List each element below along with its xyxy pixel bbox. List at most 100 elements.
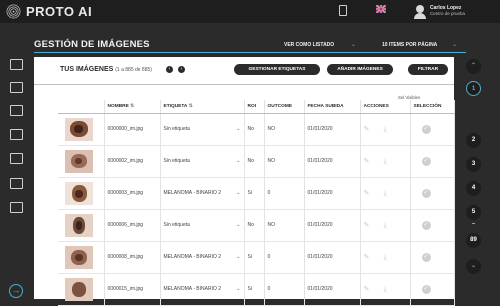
download-icon[interactable]: ⤓ <box>384 190 392 198</box>
select-check-icon[interactable]: ✓ <box>421 188 431 198</box>
prev-page-icon[interactable]: ‹ <box>166 66 173 73</box>
user-icon[interactable] <box>416 5 424 13</box>
image-icon[interactable] <box>10 59 23 70</box>
edit-icon[interactable]: ✎ <box>364 253 372 261</box>
download-icon[interactable]: ⤓ <box>384 158 392 166</box>
actions-cell: ✎ ⤓ <box>360 209 411 242</box>
selection-cell: ✓ <box>410 241 455 274</box>
tag-select[interactable]: Sin etiqueta ⌄ <box>160 209 245 242</box>
tag-select[interactable]: MELANOMA - BINARIO 2 ⌄ <box>160 177 245 210</box>
chevron-down-icon[interactable]: ⌄ <box>351 41 356 48</box>
folder-image-icon[interactable] <box>10 202 23 213</box>
tag-icon[interactable] <box>10 105 23 116</box>
table-row: 0000015_im.jpg MELANOMA - BINARIO 2 ⌄ Si … <box>58 273 455 306</box>
table-row: 0000000_im.jpg Sin etiqueta ⌄ No NO 01/01… <box>58 113 455 146</box>
divider <box>34 84 454 85</box>
roi-value: No <box>244 145 265 178</box>
sort-icon[interactable]: ⇅ <box>189 104 193 109</box>
chevron-down-icon[interactable]: ⌄ <box>452 41 457 48</box>
image-name[interactable]: 0000006_im.jpg <box>104 209 161 242</box>
selection-cell: ✓ <box>410 113 455 146</box>
edit-icon[interactable]: ✎ <box>364 157 372 165</box>
image-name[interactable]: 0000003_im.jpg <box>104 177 161 210</box>
col-tag[interactable]: ETIQUETA ⇅ <box>160 100 245 114</box>
folder-icon[interactable] <box>10 178 23 189</box>
gallery-icon[interactable] <box>10 153 23 164</box>
edit-icon[interactable]: ✎ <box>364 189 372 197</box>
select-check-icon[interactable]: ✓ <box>421 124 431 134</box>
edit-icon[interactable]: ✎ <box>364 221 372 229</box>
items-per-page-select[interactable]: 10 ITEMS POR PÁGINA <box>382 42 437 48</box>
page-button-89[interactable]: 89 <box>466 233 481 248</box>
image-thumbnail[interactable] <box>65 213 93 237</box>
tag-select[interactable]: MELANOMA - BINARIO 2 ⌄ <box>160 273 245 306</box>
image-thumbnail[interactable] <box>65 181 93 205</box>
chevron-down-icon[interactable]: ⌄ <box>236 222 240 228</box>
select-check-icon[interactable]: ✓ <box>421 220 431 230</box>
select-check-icon[interactable]: ✓ <box>421 156 431 166</box>
next-page-icon[interactable]: › <box>178 66 185 73</box>
image-name[interactable]: 0000002_im.jpg <box>104 145 161 178</box>
chevron-down-icon[interactable]: ⌄ <box>236 126 240 132</box>
thumbnail-cell <box>58 177 105 210</box>
outcome-value: NO <box>264 209 305 242</box>
image-count: (1 a 885 de 885) <box>115 67 152 73</box>
col-tag-label: ETIQUETA <box>163 103 188 109</box>
col-name-label: NOMBRE <box>107 103 129 109</box>
chevron-down-icon[interactable]: ⌄ <box>236 286 240 292</box>
select-check-icon[interactable]: ✓ <box>421 252 431 262</box>
dataset-icon[interactable] <box>10 82 23 93</box>
chevron-down-icon[interactable]: ⌄ <box>466 259 481 274</box>
page-button-2[interactable]: 2 <box>466 133 481 148</box>
document-icon[interactable] <box>339 5 347 16</box>
outcome-value: NO <box>264 113 305 146</box>
tag-select[interactable]: MELANOMA - BINARIO 2 ⌄ <box>160 241 245 274</box>
sidebar: → <box>0 57 30 299</box>
actions-cell: ✎ ⤓ <box>360 145 411 178</box>
tag-label: Sin etiqueta <box>163 222 190 228</box>
chevron-down-icon[interactable]: ⌄ <box>236 254 240 260</box>
arrow-right-icon[interactable]: → <box>9 284 23 298</box>
download-icon[interactable]: ⤓ <box>384 286 392 294</box>
chevron-down-icon[interactable]: ⌄ <box>236 158 240 164</box>
title-underline <box>34 52 466 53</box>
sort-icon[interactable]: ⇅ <box>130 104 134 109</box>
image-name[interactable]: 0000008_im.jpg <box>104 241 161 274</box>
page-button-1[interactable]: 1 <box>466 81 481 96</box>
selection-cell: ✓ <box>410 273 455 306</box>
image-thumbnail[interactable] <box>65 149 93 173</box>
panel-title-text: TUS IMÁGENES <box>60 66 114 73</box>
outcome-value: NO <box>264 145 305 178</box>
image-thumbnail[interactable] <box>65 245 93 269</box>
page-button-3[interactable]: 3 <box>466 157 481 172</box>
edit-icon[interactable]: ✎ <box>364 125 372 133</box>
download-icon[interactable]: ⤓ <box>384 254 392 262</box>
add-images-button[interactable]: AÑADIR IMÁGENES <box>327 64 393 75</box>
image-thumbnail[interactable] <box>65 277 93 301</box>
page-title: GESTIÓN DE IMÁGENES <box>34 39 150 50</box>
image-name[interactable]: 0000015_im.jpg <box>104 273 161 306</box>
view-mode-select[interactable]: VER COMO LISTADO <box>284 42 334 48</box>
col-name[interactable]: NOMBRE ⇅ <box>104 100 161 114</box>
document-icon[interactable] <box>10 129 23 140</box>
panel-title: TUS IMÁGENES (1 a 885 de 885) <box>60 66 152 73</box>
manage-tags-button[interactable]: GESTIONAR ETIQUETAS <box>234 64 320 75</box>
download-icon[interactable]: ⤓ <box>384 126 392 134</box>
edit-icon[interactable]: ✎ <box>364 285 372 293</box>
page-button-4[interactable]: 4 <box>466 181 481 196</box>
tag-select[interactable]: Sin etiqueta ⌄ <box>160 145 245 178</box>
download-icon[interactable]: ⤓ <box>384 222 392 230</box>
roi-value: Si <box>244 273 265 306</box>
image-thumbnail[interactable] <box>65 117 93 141</box>
pagination: ⌃ 1 2 3 4 5 – 89 ⌄ <box>466 57 488 299</box>
thumbnail-cell <box>58 209 105 242</box>
chevron-up-icon[interactable]: ⌃ <box>466 59 481 74</box>
roi-value: No <box>244 209 265 242</box>
chevron-down-icon[interactable]: ⌄ <box>236 190 240 196</box>
select-check-icon[interactable]: ✓ <box>421 284 431 294</box>
filter-button[interactable]: FILTRAR <box>408 64 448 75</box>
app-logo[interactable]: PROTO AI <box>26 4 92 19</box>
image-name[interactable]: 0000000_im.jpg <box>104 113 161 146</box>
tag-select[interactable]: Sin etiqueta ⌄ <box>160 113 245 146</box>
uk-flag-icon[interactable] <box>376 5 386 13</box>
